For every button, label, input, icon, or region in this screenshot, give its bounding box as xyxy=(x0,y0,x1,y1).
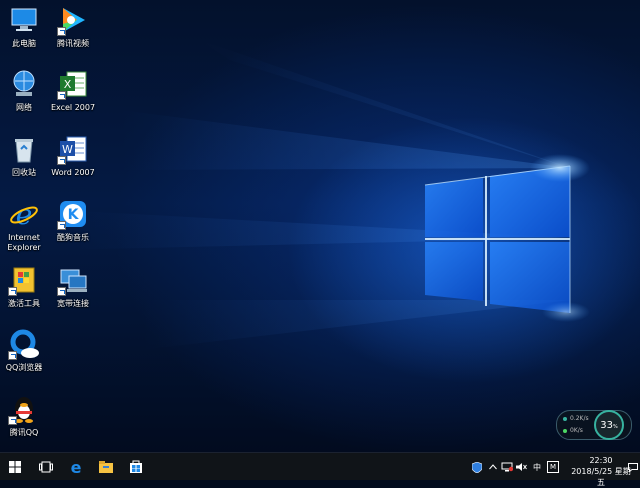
computer-icon xyxy=(8,4,40,36)
taskbar: e 中 M 22:30 2018/5/25 星期五 xyxy=(0,452,640,487)
svg-text:W: W xyxy=(62,143,73,156)
svg-text:K: K xyxy=(68,207,80,223)
shortcut-arrow-icon xyxy=(57,156,66,165)
windows-logo-icon xyxy=(9,461,21,473)
action-center-button[interactable] xyxy=(626,453,640,481)
activation-tool-icon xyxy=(8,264,40,296)
ime-mode-label: M xyxy=(547,461,559,473)
desktop-icon-broadband[interactable]: 宽带连接 xyxy=(45,264,101,309)
svg-text:e: e xyxy=(16,198,33,230)
desktop-icon-label: Excel 2007 xyxy=(50,103,96,112)
shortcut-arrow-icon xyxy=(8,287,17,296)
speaker-muted-icon xyxy=(516,463,527,471)
download-dot-icon xyxy=(563,428,567,433)
desktop-icon-label: Word 2007 xyxy=(51,168,95,177)
tray-show-hidden-icons-button[interactable] xyxy=(486,453,500,481)
task-view-icon xyxy=(39,461,53,473)
taskbar-store-button[interactable] xyxy=(122,453,150,481)
network-icon xyxy=(8,68,40,100)
task-view-button[interactable] xyxy=(32,453,60,481)
qq-browser-icon xyxy=(8,328,40,360)
desktop-icon-label: 宽带连接 xyxy=(57,299,89,308)
desktop-icon-label: 腾讯视频 xyxy=(57,39,89,48)
tencent-video-icon xyxy=(57,4,89,36)
desktop-icon-tencent-qq[interactable]: 腾讯QQ xyxy=(0,393,52,438)
memory-usage-gauge[interactable]: 33% xyxy=(594,410,624,440)
chevron-up-icon xyxy=(489,464,497,470)
desktop-icon-label: 腾讯QQ xyxy=(9,428,39,437)
ime-mode-button[interactable]: M xyxy=(546,453,560,481)
upload-dot-icon xyxy=(563,416,567,421)
upload-speed-row: 0.2K/s xyxy=(563,415,589,422)
start-button[interactable] xyxy=(0,453,30,481)
ime-language-button[interactable]: 中 xyxy=(530,453,544,481)
edge-icon: e xyxy=(71,459,82,475)
word-icon: W xyxy=(57,133,89,165)
download-speed: 0K/s xyxy=(570,427,583,434)
desktop-icon-label: 酷狗音乐 xyxy=(57,233,89,242)
desktop-icon-label: QQ浏览器 xyxy=(5,363,43,372)
folder-icon xyxy=(99,461,113,473)
shortcut-arrow-icon xyxy=(57,27,66,36)
shortcut-arrow-icon xyxy=(8,351,17,360)
shortcut-arrow-icon xyxy=(57,287,66,296)
shortcut-arrow-icon xyxy=(57,91,66,100)
desktop-icon-tencent-video[interactable]: 腾讯视频 xyxy=(45,4,101,49)
download-speed-row: 0K/s xyxy=(563,427,583,434)
tray-security-shield-button[interactable] xyxy=(470,453,484,481)
store-bag-icon xyxy=(130,460,142,473)
taskbar-edge-button[interactable]: e xyxy=(62,453,90,481)
clock-date: 2018/5/25 星期五 xyxy=(571,467,631,487)
qq-penguin-icon xyxy=(8,393,40,425)
taskbar-clock[interactable]: 22:30 2018/5/25 星期五 xyxy=(568,455,634,488)
desktop[interactable]: 此电脑 腾讯视频 网络 X Excel 2007 回收站 W Word 2007 xyxy=(0,0,640,452)
shortcut-arrow-icon xyxy=(57,221,66,230)
tray-network-button[interactable] xyxy=(500,453,514,481)
desktop-icon-excel[interactable]: X Excel 2007 xyxy=(45,68,101,113)
desktop-icon-qq-browser[interactable]: QQ浏览器 xyxy=(0,328,52,373)
broadband-icon xyxy=(57,264,89,296)
upload-speed: 0.2K/s xyxy=(570,415,589,422)
network-monitor-icon xyxy=(501,462,513,472)
excel-icon: X xyxy=(57,68,89,100)
svg-text:e: e xyxy=(71,459,82,475)
desktop-icon-word[interactable]: W Word 2007 xyxy=(45,133,101,178)
internet-explorer-icon: e xyxy=(8,198,40,231)
notification-icon xyxy=(628,462,638,472)
recycle-bin-icon xyxy=(8,133,40,165)
shield-icon xyxy=(472,461,482,473)
kugou-music-icon: K xyxy=(57,198,89,230)
shortcut-arrow-icon xyxy=(8,416,17,425)
taskbar-file-explorer-button[interactable] xyxy=(92,453,120,481)
usage-percent: 33 xyxy=(600,419,613,431)
desktop-icon-kugou[interactable]: K 酷狗音乐 xyxy=(45,198,101,243)
clock-time: 22:30 xyxy=(589,456,613,465)
tray-volume-button[interactable] xyxy=(514,453,528,481)
svg-text:X: X xyxy=(64,78,72,91)
percent-sign: % xyxy=(612,423,618,430)
